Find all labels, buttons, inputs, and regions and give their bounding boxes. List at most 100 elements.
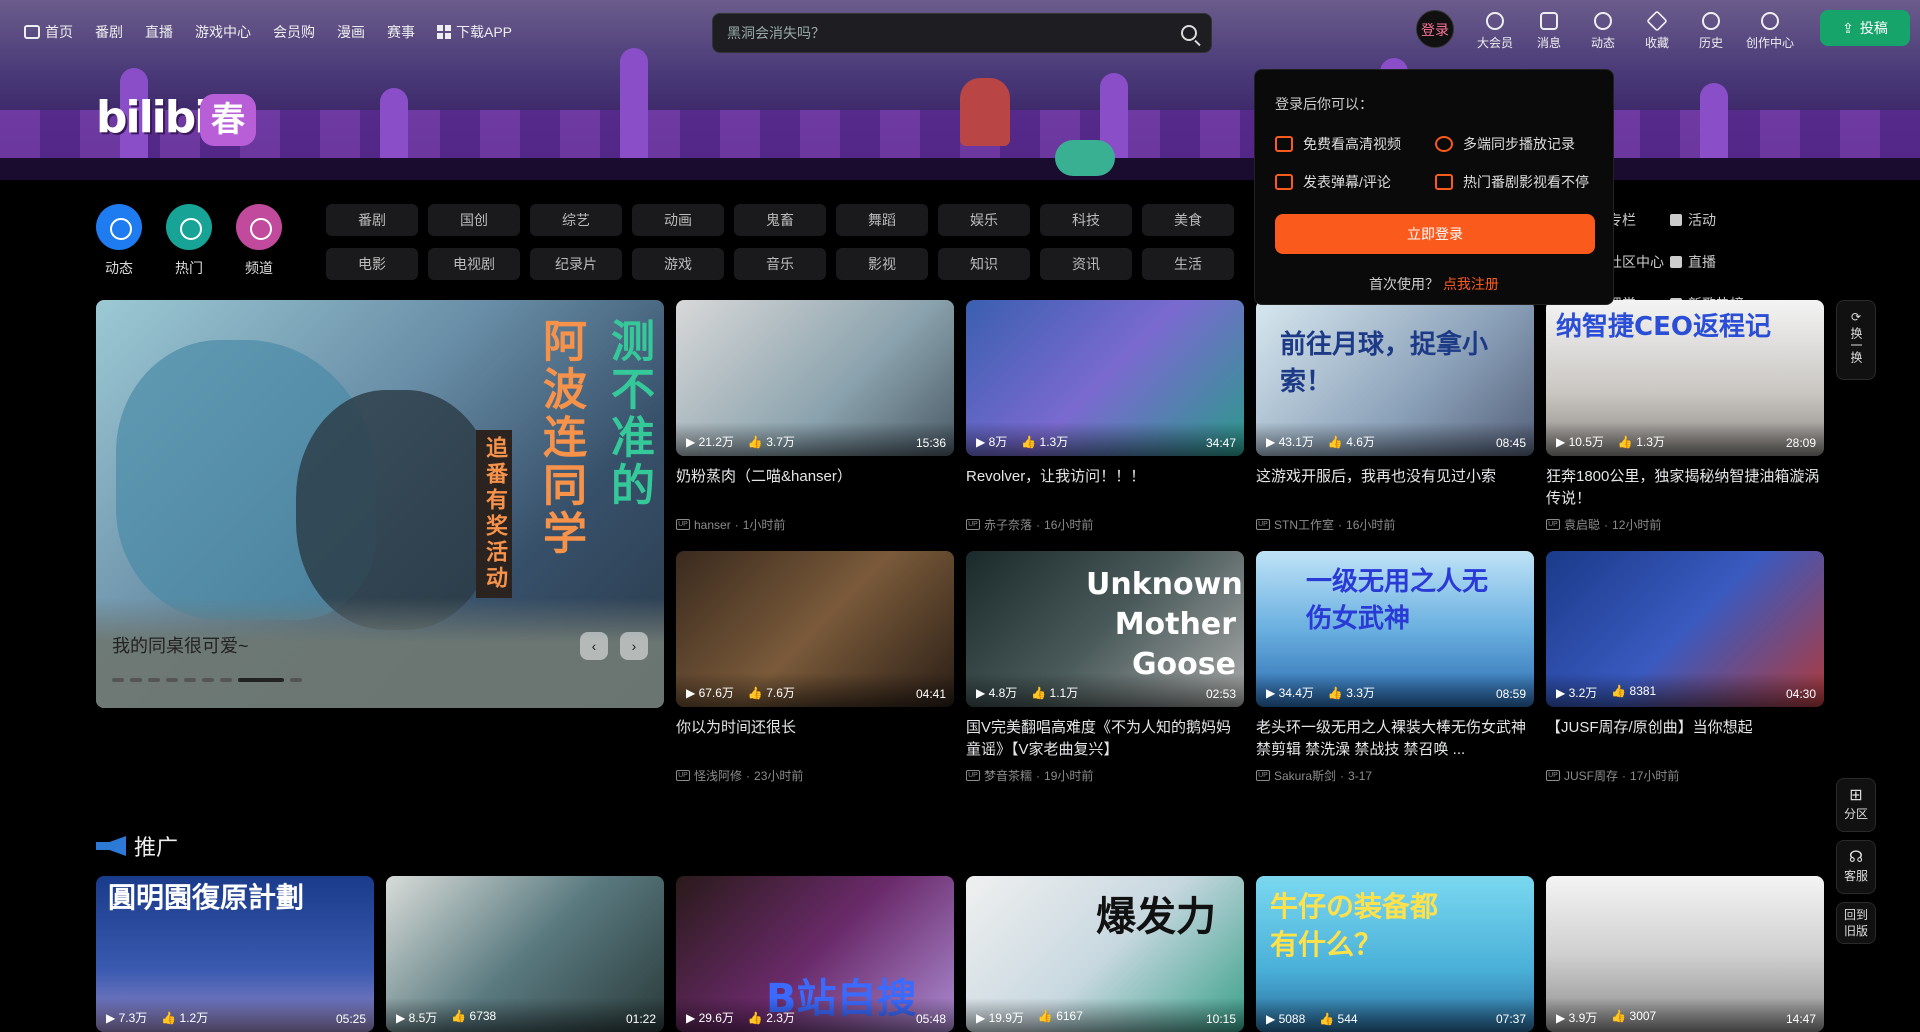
- category-item[interactable]: 动画: [632, 204, 724, 236]
- carousel-prev-button[interactable]: ‹: [580, 632, 608, 660]
- video-meta[interactable]: UP 袁启聪 · 12小时前: [1546, 516, 1824, 533]
- category-item[interactable]: 知识: [938, 248, 1030, 280]
- video-thumbnail[interactable]: ▶ 67.6万 👍 7.6万 04:41: [676, 551, 954, 707]
- channel-dynamic[interactable]: 动态: [96, 204, 142, 278]
- carousel-caption[interactable]: 我的同桌很可爱~: [112, 632, 249, 658]
- promo-thumbnail[interactable]: ▶ 8.5万 👍 6738 01:22: [386, 876, 664, 1032]
- category-item[interactable]: 综艺: [530, 204, 622, 236]
- video-meta[interactable]: UP 梦音茶糯 · 19小时前: [966, 767, 1244, 784]
- carousel-dot-active[interactable]: [238, 678, 284, 682]
- video-meta[interactable]: UP JUSF周存 · 17小时前: [1546, 767, 1824, 784]
- carousel-dot[interactable]: [184, 678, 196, 682]
- nav-manga[interactable]: 漫画: [337, 22, 365, 42]
- nav-vip[interactable]: 大会员: [1468, 10, 1522, 51]
- category-item[interactable]: 音乐: [734, 248, 826, 280]
- video-card[interactable]: ▶ 3.2万 👍 8381 04:30 【JUSF周存/原创曲】当你想起 UP JU…: [1546, 551, 1824, 784]
- login-avatar-button[interactable]: 登录: [1416, 10, 1454, 48]
- carousel-next-button[interactable]: ›: [620, 632, 648, 660]
- video-title[interactable]: 【JUSF周存/原创曲】当你想起: [1546, 717, 1824, 761]
- nav-history[interactable]: 历史: [1684, 10, 1738, 51]
- video-meta[interactable]: UP STN工作室 · 16小时前: [1256, 516, 1534, 533]
- carousel-dot[interactable]: [112, 678, 124, 682]
- carousel-dot[interactable]: [220, 678, 232, 682]
- promo-card[interactable]: 牛仔の装备都有什么？ ▶ 5088 👍 544 07:37: [1256, 876, 1534, 1032]
- nav-game-center[interactable]: 游戏中心: [195, 22, 251, 42]
- video-card[interactable]: Unknown Mother Goose ▶ 4.8万 👍 1.1万 02:53 …: [966, 551, 1244, 784]
- video-thumbnail[interactable]: 前往月球，捉拿小索！ ▶ 43.1万 👍 4.6万 08:45: [1256, 300, 1534, 456]
- nav-live[interactable]: 直播: [145, 22, 173, 42]
- promo-card[interactable]: ▶ 8.5万 👍 6738 01:22: [386, 876, 664, 1032]
- carousel-dot[interactable]: [166, 678, 178, 682]
- promo-card[interactable]: ▶ 3.9万 👍 3007 14:47: [1546, 876, 1824, 1032]
- nav-shop[interactable]: 会员购: [273, 22, 315, 42]
- category-item[interactable]: 国创: [428, 204, 520, 236]
- category-item[interactable]: 美食: [1142, 204, 1234, 236]
- promo-card[interactable]: 爆发力 ▶ 19.9万 👍 6167 10:15: [966, 876, 1244, 1032]
- old-version-button[interactable]: 回到旧版: [1836, 902, 1876, 944]
- refresh-feed-button[interactable]: ⟳ 换一换: [1836, 300, 1876, 380]
- category-item[interactable]: 鬼畜: [734, 204, 826, 236]
- nav-anime[interactable]: 番剧: [95, 22, 123, 42]
- video-thumbnail[interactable]: 纳智捷CEO返程记 ▶ 10.5万 👍 1.3万 28:09: [1546, 300, 1824, 456]
- video-card[interactable]: ▶ 67.6万 👍 7.6万 04:41 你以为时间还很长 UP 怪浅阿修 · 23小时…: [676, 551, 954, 784]
- category-item[interactable]: 电影: [326, 248, 418, 280]
- nav-dynamic[interactable]: 动态: [1576, 10, 1630, 51]
- customer-service-button[interactable]: ☊ 客服: [1836, 840, 1876, 894]
- category-item[interactable]: 娱乐: [938, 204, 1030, 236]
- video-title[interactable]: 这游戏开服后，我再也没有见过小索: [1256, 466, 1534, 510]
- carousel-dot[interactable]: [130, 678, 142, 682]
- upload-button[interactable]: ⇪ 投稿: [1820, 10, 1910, 46]
- category-item[interactable]: 番剧: [326, 204, 418, 236]
- carousel-dot[interactable]: [148, 678, 160, 682]
- video-card[interactable]: 前往月球，捉拿小索！ ▶ 43.1万 👍 4.6万 08:45 这游戏开服后，我再…: [1256, 300, 1534, 533]
- video-card[interactable]: ▶ 21.2万 👍 3.7万 15:36 奶粉蒸肉（二喵&hanser） UP ha…: [676, 300, 954, 533]
- promo-card[interactable]: B站自搜 ▶ 29.6万👍 2.3万 05:48: [676, 876, 954, 1032]
- promo-thumbnail[interactable]: B站自搜 ▶ 29.6万👍 2.3万 05:48: [676, 876, 954, 1032]
- category-item[interactable]: 影视: [836, 248, 928, 280]
- video-title[interactable]: 国V完美翻唱高难度《不为人知的鹅妈妈童谣》【V家老曲复兴】: [966, 717, 1244, 761]
- category-item[interactable]: 纪录片: [530, 248, 622, 280]
- video-meta[interactable]: UP 怪浅阿修 · 23小时前: [676, 767, 954, 784]
- video-title[interactable]: Revolver，让我访问！！！: [966, 466, 1244, 510]
- video-card[interactable]: 一级无用之人无伤女武神 ▶ 34.4万 👍 3.3万 08:59 老头环一级无用之…: [1256, 551, 1534, 784]
- nav-esports[interactable]: 赛事: [387, 22, 415, 42]
- category-item[interactable]: 游戏: [632, 248, 724, 280]
- video-card[interactable]: ▶ 8万 👍 1.3万 34:47 Revolver，让我访问！！！ UP 赤子奈落…: [966, 300, 1244, 533]
- search-icon[interactable]: [1181, 25, 1197, 41]
- promo-thumbnail[interactable]: 爆发力 ▶ 19.9万 👍 6167 10:15: [966, 876, 1244, 1032]
- register-link[interactable]: 点我注册: [1443, 276, 1499, 292]
- video-thumbnail[interactable]: ▶ 3.2万 👍 8381 04:30: [1546, 551, 1824, 707]
- nav-creator-center[interactable]: 创作中心: [1738, 10, 1802, 51]
- nav-messages[interactable]: 消息: [1522, 10, 1576, 51]
- category-item[interactable]: 科技: [1040, 204, 1132, 236]
- hero-carousel[interactable]: 测不准的 阿波连同学 追番有奖活动 我的同桌很可爱~ ‹ ›: [96, 300, 664, 708]
- zone-button[interactable]: ⊞ 分区: [1836, 778, 1876, 832]
- nav-download-app[interactable]: 下载APP: [437, 22, 512, 42]
- category-item[interactable]: 生活: [1142, 248, 1234, 280]
- carousel-dot[interactable]: [202, 678, 214, 682]
- video-thumbnail[interactable]: ▶ 21.2万 👍 3.7万 15:36: [676, 300, 954, 456]
- video-card[interactable]: 纳智捷CEO返程记 ▶ 10.5万 👍 1.3万 28:09 狂奔1800公里，独…: [1546, 300, 1824, 533]
- video-title[interactable]: 老头环一级无用之人裸装大棒无伤女武神 禁剪辑 禁洗澡 禁战技 禁召唤 ...: [1256, 717, 1534, 761]
- category-item[interactable]: 电视剧: [428, 248, 520, 280]
- carousel-dot[interactable]: [290, 678, 302, 682]
- promo-thumbnail[interactable]: 牛仔の装备都有什么？ ▶ 5088 👍 544 07:37: [1256, 876, 1534, 1032]
- video-thumbnail[interactable]: ▶ 8万 👍 1.3万 34:47: [966, 300, 1244, 456]
- video-title[interactable]: 奶粉蒸肉（二喵&hanser）: [676, 466, 954, 510]
- promo-thumbnail[interactable]: 圓明園復原計劃 ▶ 7.3万 👍 1.2万 05:25: [96, 876, 374, 1032]
- search-input[interactable]: [727, 14, 1167, 52]
- promo-thumbnail[interactable]: ▶ 3.9万 👍 3007 14:47: [1546, 876, 1824, 1032]
- video-title[interactable]: 你以为时间还很长: [676, 717, 954, 761]
- video-title[interactable]: 狂奔1800公里，独家揭秘纳智捷油箱漩涡传说！: [1546, 466, 1824, 510]
- extra-category-activity[interactable]: 活动: [1670, 210, 1780, 230]
- nav-favorites[interactable]: 收藏: [1630, 10, 1684, 51]
- video-thumbnail[interactable]: Unknown Mother Goose ▶ 4.8万 👍 1.1万 02:53: [966, 551, 1244, 707]
- category-item[interactable]: 舞蹈: [836, 204, 928, 236]
- channel-channels[interactable]: 频道: [236, 204, 282, 278]
- video-meta[interactable]: UP 赤子奈落 · 16小时前: [966, 516, 1244, 533]
- category-item[interactable]: 资讯: [1040, 248, 1132, 280]
- channel-hot[interactable]: 热门: [166, 204, 212, 278]
- extra-category-live[interactable]: 直播: [1670, 252, 1780, 272]
- video-thumbnail[interactable]: 一级无用之人无伤女武神 ▶ 34.4万 👍 3.3万 08:59: [1256, 551, 1534, 707]
- promo-card[interactable]: 圓明園復原計劃 ▶ 7.3万 👍 1.2万 05:25: [96, 876, 374, 1032]
